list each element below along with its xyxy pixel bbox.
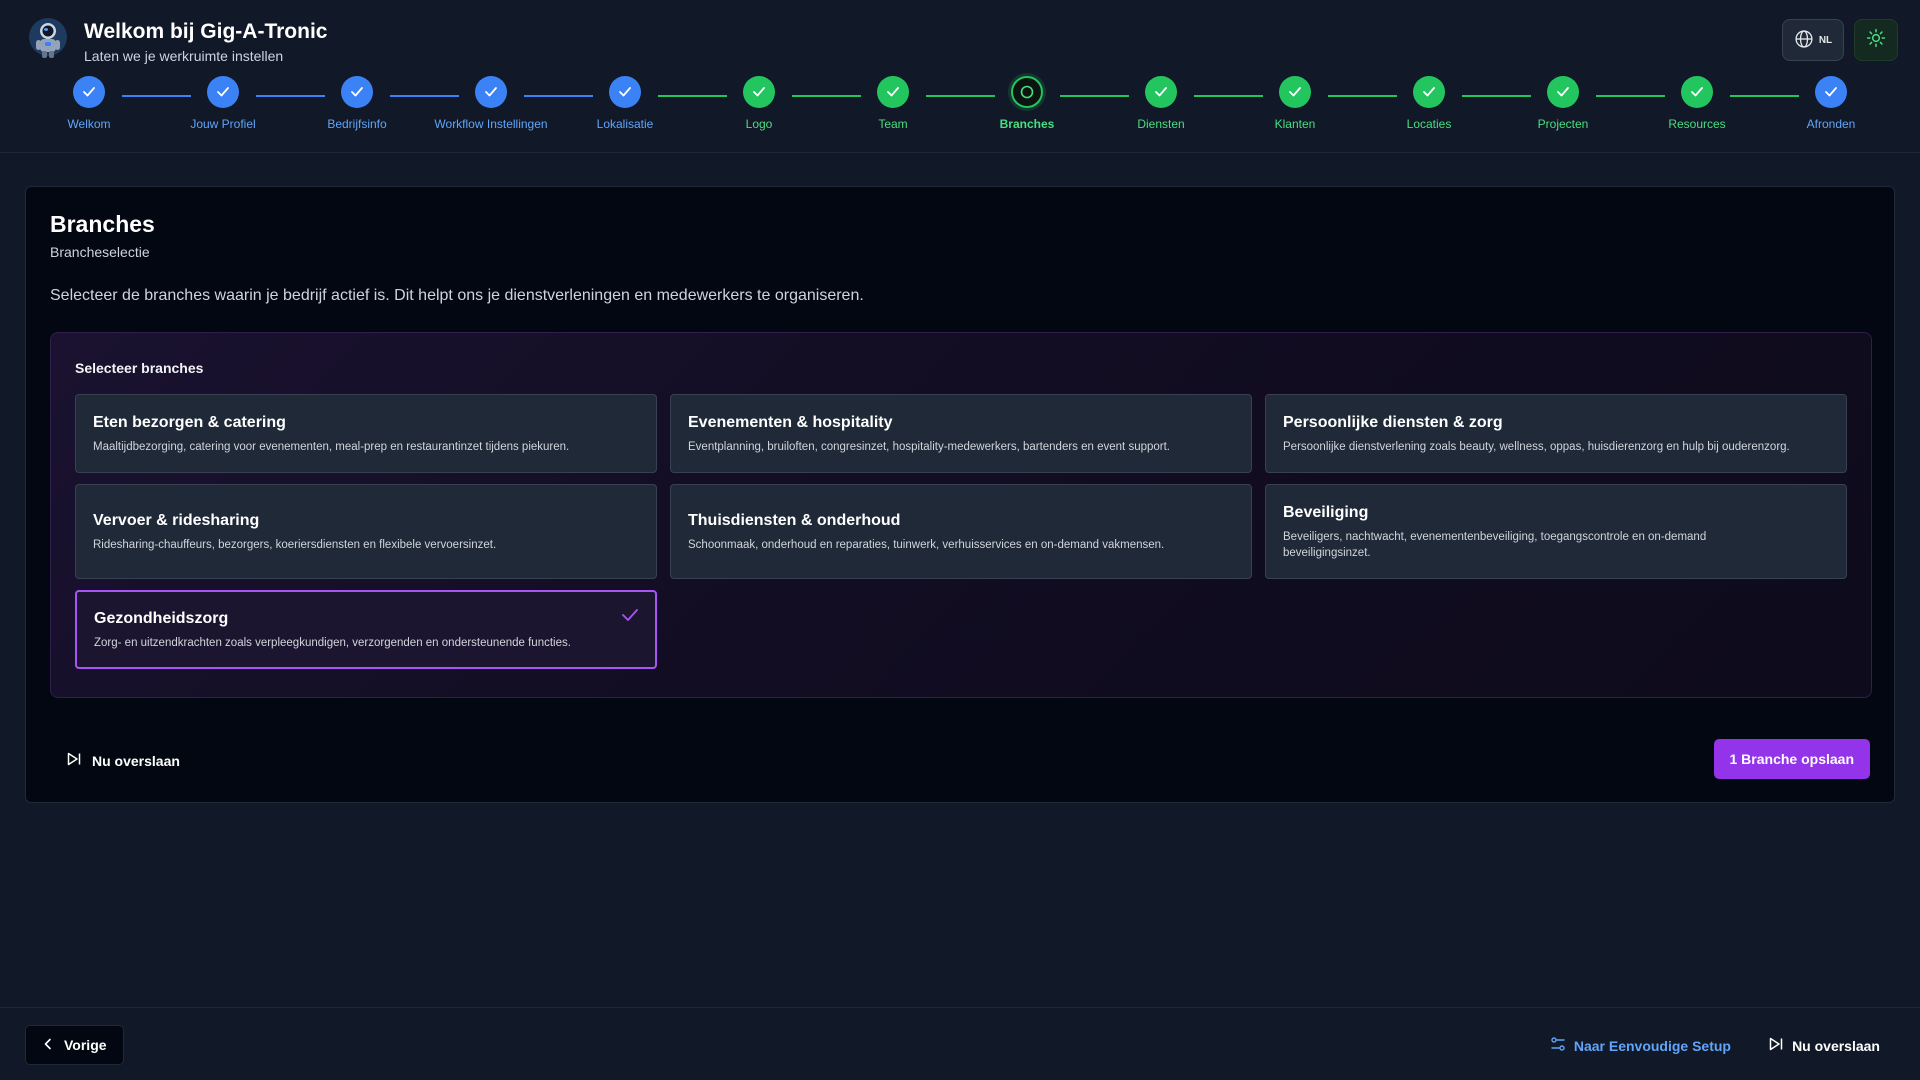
skip-now-button[interactable]: Nu overslaan bbox=[66, 751, 180, 770]
branches-card: Branches Brancheselectie Selecteer de br… bbox=[25, 186, 1895, 803]
option-title: Eten bezorgen & catering bbox=[93, 414, 286, 431]
progress-stepper: Welkom Jouw Profiel Bedrijfsinfo Workflow I… bbox=[0, 76, 1920, 136]
step-diensten[interactable]: Diensten bbox=[1086, 76, 1236, 131]
branch-selection-panel: Selecteer branches Eten bezorgen & cater… bbox=[50, 332, 1872, 698]
option-title: Thuisdiensten & onderhoud bbox=[688, 512, 901, 529]
step-workflow-instellingen[interactable]: Workflow Instellingen bbox=[416, 76, 566, 131]
check-icon bbox=[1145, 76, 1177, 108]
section-description: Selecteer de branches waarin je bedrijf … bbox=[50, 287, 864, 304]
check-icon bbox=[341, 76, 373, 108]
previous-label: Vorige bbox=[64, 1037, 107, 1053]
language-label: NL bbox=[1818, 34, 1833, 46]
check-icon bbox=[1279, 76, 1311, 108]
branch-option-healthcare[interactable]: Gezondheidszorg Zorg- en uitzendkrachten… bbox=[75, 590, 657, 669]
step-label: Branches bbox=[999, 117, 1055, 131]
skip-forward-icon bbox=[1768, 1036, 1784, 1055]
step-label: Resources bbox=[1668, 117, 1726, 131]
step-label: Team bbox=[878, 117, 908, 131]
step-label: Klanten bbox=[1274, 117, 1316, 131]
option-title: Gezondheidszorg bbox=[94, 610, 229, 627]
sliders-icon bbox=[1550, 1036, 1566, 1055]
step-projecten[interactable]: Projecten bbox=[1488, 76, 1638, 131]
brand: Welkom bij Gig-A-Tronic Laten we je werk… bbox=[28, 17, 327, 64]
step-afronden[interactable]: Afronden bbox=[1756, 76, 1906, 131]
astronaut-logo-icon bbox=[28, 17, 68, 59]
step-label: Welkom bbox=[67, 117, 111, 131]
theme-toggle-button[interactable] bbox=[1854, 19, 1898, 61]
step-label: Logo bbox=[745, 117, 773, 131]
step-label: Workflow Instellingen bbox=[434, 117, 548, 131]
step-label: Lokalisatie bbox=[596, 117, 654, 131]
step-welkom[interactable]: Welkom bbox=[14, 76, 164, 131]
option-description: Beveiligers, nachtwacht, evenementenbeve… bbox=[1283, 531, 1707, 559]
step-lokalisatie[interactable]: Lokalisatie bbox=[550, 76, 700, 131]
branch-option-food-catering[interactable]: Eten bezorgen & catering Maaltijdbezorgi… bbox=[75, 394, 657, 473]
step-bedrijfsinfo[interactable]: Bedrijfsinfo bbox=[282, 76, 432, 131]
option-title: Evenementen & hospitality bbox=[688, 414, 893, 431]
branch-option-transport[interactable]: Vervoer & ridesharing Ridesharing-chauff… bbox=[75, 484, 657, 579]
step-klanten[interactable]: Klanten bbox=[1220, 76, 1370, 131]
language-button[interactable]: NL bbox=[1782, 19, 1844, 61]
check-icon bbox=[877, 76, 909, 108]
check-icon bbox=[1547, 76, 1579, 108]
step-jouw-profiel[interactable]: Jouw Profiel bbox=[148, 76, 298, 131]
option-title: Persoonlijke diensten & zorg bbox=[1283, 414, 1503, 431]
footer-skip-label: Nu overslaan bbox=[1792, 1037, 1880, 1054]
option-title: Beveiliging bbox=[1283, 504, 1369, 521]
section-title: Branches bbox=[50, 211, 155, 237]
sun-icon bbox=[1866, 28, 1886, 53]
option-description: Persoonlijke dienstverlening zoals beaut… bbox=[1283, 441, 1790, 453]
page-title: Welkom bij Gig-A-Tronic bbox=[84, 20, 328, 43]
step-label: Jouw Profiel bbox=[190, 117, 256, 131]
check-icon bbox=[1413, 76, 1445, 108]
step-locaties[interactable]: Locaties bbox=[1354, 76, 1504, 131]
branch-option-security[interactable]: Beveiliging Beveiligers, nachtwacht, eve… bbox=[1265, 484, 1847, 579]
step-team[interactable]: Team bbox=[818, 76, 968, 131]
previous-button[interactable]: Vorige bbox=[25, 1025, 124, 1065]
check-icon bbox=[1681, 76, 1713, 108]
page-subtitle: Laten we je werkruimte instellen bbox=[84, 48, 284, 64]
branch-option-events-hospitality[interactable]: Evenementen & hospitality Eventplanning,… bbox=[670, 394, 1252, 473]
current-step-icon bbox=[1011, 76, 1043, 108]
section-subtitle: Brancheselectie bbox=[50, 244, 150, 260]
check-icon bbox=[609, 76, 641, 108]
option-description: Zorg- en uitzendkrachten zoals verpleegk… bbox=[94, 637, 571, 649]
option-description: Schoonmaak, onderhoud en reparaties, tui… bbox=[688, 539, 1165, 551]
top-actions: NL bbox=[1782, 19, 1898, 61]
check-icon bbox=[207, 76, 239, 108]
check-icon bbox=[1815, 76, 1847, 108]
check-icon bbox=[475, 76, 507, 108]
branch-option-home-services[interactable]: Thuisdiensten & onderhoud Schoonmaak, on… bbox=[670, 484, 1252, 579]
brand-text: Welkom bij Gig-A-Tronic Laten we je werk… bbox=[84, 17, 327, 64]
skip-label: Nu overslaan bbox=[92, 752, 180, 769]
step-label: Diensten bbox=[1137, 117, 1185, 131]
step-label: Projecten bbox=[1537, 117, 1589, 131]
option-description: Maaltijdbezorging, catering voor eveneme… bbox=[93, 441, 570, 453]
footer-bar: Vorige Naar Eenvoudige Setup Nu overslaa… bbox=[0, 1007, 1920, 1080]
globe-icon bbox=[1794, 29, 1814, 52]
step-logo[interactable]: Logo bbox=[684, 76, 834, 131]
step-label: Locaties bbox=[1406, 117, 1452, 131]
option-title: Vervoer & ridesharing bbox=[93, 512, 260, 529]
chevron-left-icon bbox=[42, 1037, 54, 1053]
option-description: Eventplanning, bruiloften, congresinzet,… bbox=[688, 441, 1170, 453]
simple-setup-link[interactable]: Naar Eenvoudige Setup bbox=[1550, 1036, 1731, 1055]
step-label: Afronden bbox=[1806, 117, 1856, 131]
step-resources[interactable]: Resources bbox=[1622, 76, 1772, 131]
save-branches-button[interactable]: 1 Branche opslaan bbox=[1713, 739, 1870, 779]
simple-setup-label: Naar Eenvoudige Setup bbox=[1573, 1037, 1731, 1054]
check-icon bbox=[73, 76, 105, 108]
check-icon bbox=[621, 608, 639, 627]
check-icon bbox=[743, 76, 775, 108]
option-description: Ridesharing-chauffeurs, bezorgers, koeri… bbox=[93, 539, 497, 551]
selection-title: Selecteer branches bbox=[75, 360, 204, 376]
step-branches[interactable]: Branches bbox=[952, 76, 1102, 131]
branch-option-personal-care[interactable]: Persoonlijke diensten & zorg Persoonlijk… bbox=[1265, 394, 1847, 473]
step-label: Bedrijfsinfo bbox=[327, 117, 387, 131]
footer-skip-button[interactable]: Nu overslaan bbox=[1768, 1036, 1880, 1055]
skip-forward-icon bbox=[66, 751, 82, 770]
